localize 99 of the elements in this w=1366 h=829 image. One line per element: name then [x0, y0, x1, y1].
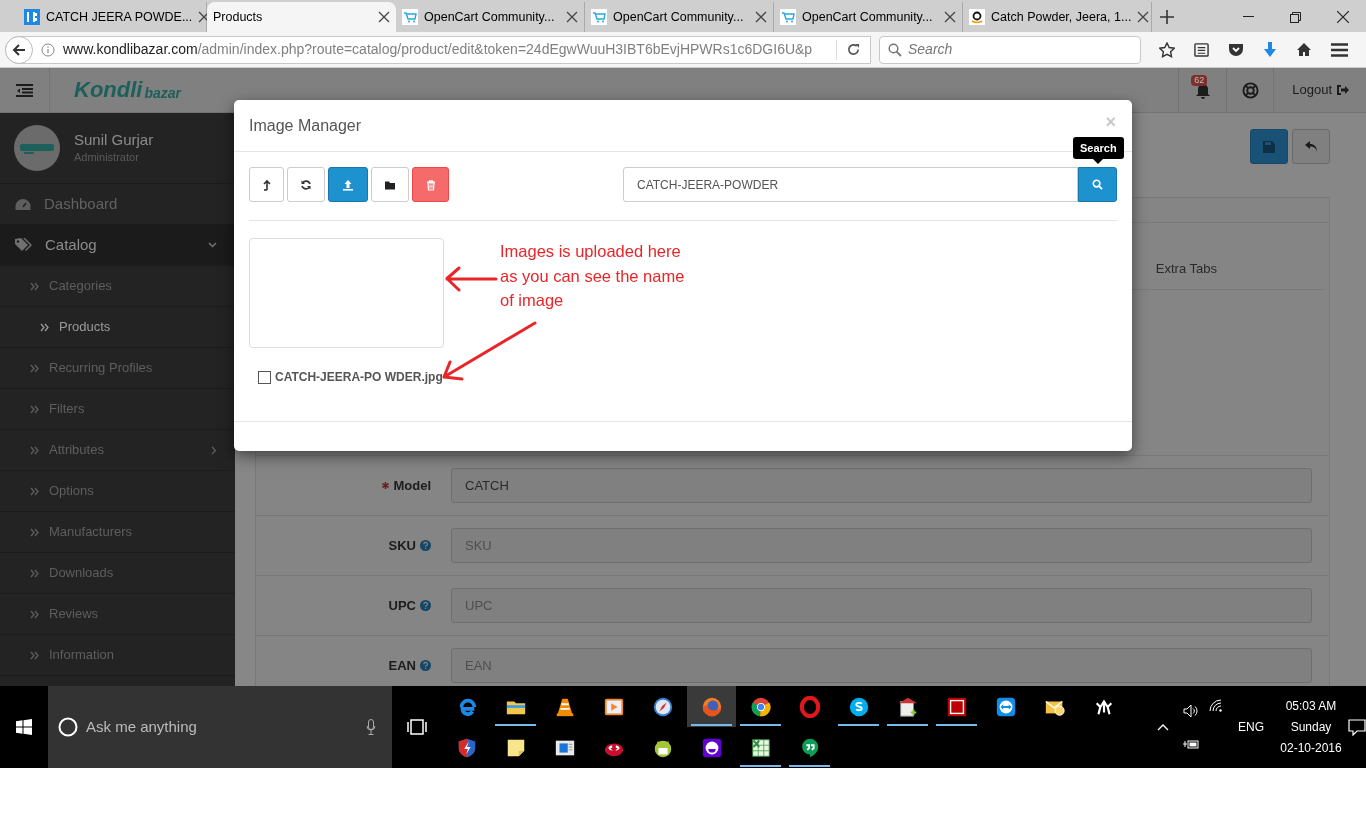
task-view-icon[interactable] [407, 719, 427, 735]
clock-date[interactable]: 02-10-2016 [1280, 740, 1342, 756]
restore-icon[interactable] [1290, 11, 1301, 23]
search-field[interactable]: Search [879, 35, 1141, 64]
field-label: UPC [388, 596, 416, 615]
image-thumbnail[interactable] [249, 238, 444, 348]
home-icon[interactable] [1295, 42, 1312, 57]
bookmark-star-icon[interactable] [1158, 41, 1175, 58]
tooltip: Search [1073, 137, 1124, 159]
microphone-icon[interactable] [366, 719, 376, 735]
search-field[interactable]: Ask me anything [48, 686, 392, 768]
favicon-icon [24, 9, 40, 25]
wifi-icon[interactable] [1209, 699, 1223, 712]
bell-icon[interactable] [1194, 83, 1211, 100]
checkbox[interactable] [258, 370, 271, 384]
arrow-left-icon [12, 42, 26, 57]
double-chevron-icon [30, 404, 39, 414]
refresh-button[interactable] [287, 167, 325, 202]
url-text: www.kondlibazar.com/admin/index.php?route=catalog/product/edit&token=24dEgwWuuH3IBT6bEvjHPWRs1c6DGI6U&p [63, 40, 813, 59]
double-chevron-icon [30, 568, 39, 578]
browser-tab[interactable]: Products [207, 2, 396, 32]
tags-icon [15, 238, 32, 252]
cart-icon [780, 9, 796, 25]
windows-start-icon[interactable] [16, 719, 32, 735]
chat-icon [847, 695, 870, 718]
amazon-icon [969, 9, 985, 25]
cart-icon [402, 9, 418, 25]
volume-icon[interactable] [1183, 704, 1199, 718]
bubble-icon [700, 736, 723, 759]
globe-icon [700, 695, 723, 718]
image-filename[interactable]: CATCH-JEERA-PO WDER.jpg [275, 368, 443, 386]
notification-icon[interactable] [1348, 718, 1366, 736]
close-icon[interactable] [378, 11, 390, 23]
gauge-icon [15, 197, 31, 211]
notification-badge: 62 [1191, 74, 1208, 86]
back-button[interactable] [5, 35, 33, 64]
info-icon[interactable] [41, 42, 55, 57]
reload-icon[interactable] [847, 43, 860, 56]
double-chevron-icon [30, 609, 39, 619]
ring-icon [798, 695, 821, 718]
close-icon[interactable] [1137, 11, 1150, 23]
spreadsheet-icon [749, 736, 772, 759]
server-icon [945, 695, 968, 718]
new-tab-icon[interactable] [1160, 10, 1174, 24]
double-chevron-icon [30, 445, 39, 455]
logout-link[interactable]: Logout [1273, 68, 1366, 113]
annotation-arrow [444, 266, 498, 292]
close-icon[interactable] [755, 11, 767, 23]
double-chevron-icon [30, 527, 39, 537]
upload-icon [342, 178, 354, 191]
tab[interactable]: Extra Tabs [1155, 259, 1217, 279]
arrows-icon [994, 695, 1017, 718]
search-icon [1092, 179, 1103, 190]
double-chevron-icon [30, 363, 39, 373]
compass-icon [651, 695, 674, 718]
field-label: EAN [388, 656, 416, 675]
annotation-text: Images is uploaded here as you can see the name of image [500, 241, 686, 311]
sidebar-item[interactable]: Catalog [0, 225, 235, 266]
double-chevron-icon [30, 650, 39, 660]
logout-icon [1336, 84, 1349, 96]
refresh-icon [300, 178, 312, 191]
new-folder-button[interactable] [371, 167, 409, 202]
search-icon [888, 42, 902, 57]
avatar-icon [14, 125, 60, 171]
clock-time[interactable]: 05:03 AM [1285, 698, 1337, 714]
tooltip-arrow [1093, 159, 1103, 164]
reply-arrow-icon [1304, 141, 1318, 152]
battery-icon[interactable] [1183, 738, 1199, 750]
cortana-circle-icon[interactable] [58, 717, 78, 737]
clock-day[interactable]: Sunday [1290, 719, 1332, 735]
minimize-icon[interactable] [1243, 16, 1254, 18]
chevron-up-icon[interactable] [1157, 723, 1169, 731]
url-bar[interactable]: www.kondlibazar.com/admin/index.php?route=catalog/product/edit&token=24dEgwWuuH3IBT6bEvjHPWRs1c6DGI6U&p [5, 35, 871, 64]
chevron-down-icon [208, 242, 217, 248]
menu-toggle-icon[interactable] [16, 83, 33, 97]
upload-button[interactable] [328, 167, 368, 202]
user-name: Sunil Gurjar [74, 130, 154, 150]
close-icon[interactable] [1337, 11, 1349, 23]
search-button[interactable] [1078, 167, 1117, 202]
cart-icon [591, 9, 607, 25]
lifebuoy-icon[interactable] [1241, 81, 1259, 99]
field-label: Model [393, 476, 431, 495]
input-field[interactable]: CATCH [451, 468, 1312, 503]
trash-icon [424, 178, 437, 191]
search-field[interactable]: CATCH-JEERA-POWDER [623, 167, 1078, 202]
double-chevron-icon [40, 322, 49, 332]
close-icon[interactable] [566, 11, 578, 23]
wheel-icon [749, 695, 772, 718]
reader-icon[interactable] [1193, 42, 1209, 57]
close-icon[interactable] [944, 11, 956, 23]
modal-title: Image Manager [249, 115, 362, 136]
pocket-icon[interactable] [1227, 42, 1244, 57]
double-chevron-icon [30, 281, 39, 291]
field-label: SKU [388, 536, 416, 555]
double-chevron-icon [30, 486, 39, 496]
logo: Kondlibazar [74, 79, 181, 101]
menu-icon[interactable] [1330, 42, 1348, 57]
language-indicator[interactable]: ENG [1238, 718, 1264, 736]
upload-parent-button[interactable] [249, 167, 284, 202]
